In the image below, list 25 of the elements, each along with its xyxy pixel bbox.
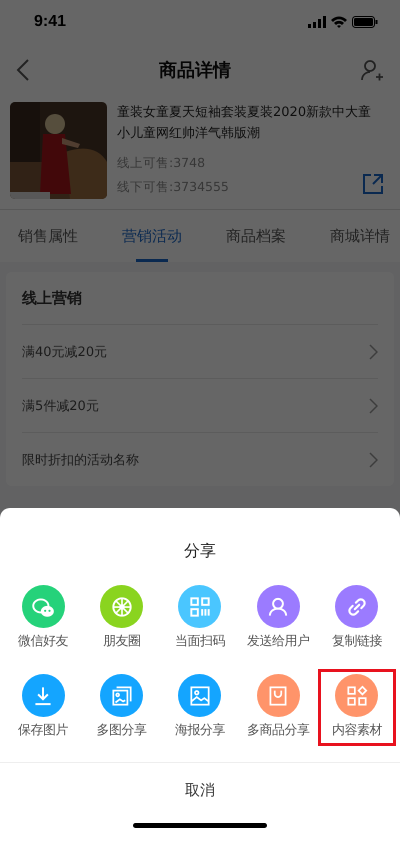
share-option[interactable]: 复制链接 <box>318 580 396 657</box>
status-time: 9:41 <box>34 13 66 31</box>
share-option[interactable]: 多商品分享 <box>239 669 318 746</box>
cancel-button[interactable]: 取消 <box>0 763 400 817</box>
battery-icon <box>352 16 378 28</box>
section-title: 线上营销 <box>22 288 82 308</box>
chevron-right-icon[interactable] <box>369 344 378 360</box>
share-option[interactable]: 多图分享 <box>82 669 161 746</box>
share-option[interactable]: 内容素材 <box>318 669 396 746</box>
page-title: 商品详情 <box>159 59 231 82</box>
share-icon[interactable] <box>362 173 384 195</box>
share-option[interactable]: 朋友圈 <box>82 580 161 657</box>
share-option[interactable]: 海报分享 <box>160 669 240 746</box>
product-title: 童装女童夏天短袖套装夏装2020新款中大童小儿童网红帅洋气韩版潮 <box>117 104 372 143</box>
signal-icon <box>308 16 326 28</box>
chevron-right-icon[interactable] <box>369 398 378 414</box>
back-icon[interactable] <box>16 58 30 82</box>
share-option[interactable]: 发送给用户 <box>239 580 318 657</box>
sheet-title: 分享 <box>184 541 216 560</box>
share-option[interactable]: 微信好友 <box>4 580 82 657</box>
add-user-icon[interactable] <box>360 58 384 82</box>
share-option[interactable]: 当面扫码 <box>160 580 240 657</box>
chevron-right-icon[interactable] <box>369 452 378 468</box>
wifi-icon <box>331 16 347 28</box>
share-option[interactable]: 保存图片 <box>4 669 82 746</box>
